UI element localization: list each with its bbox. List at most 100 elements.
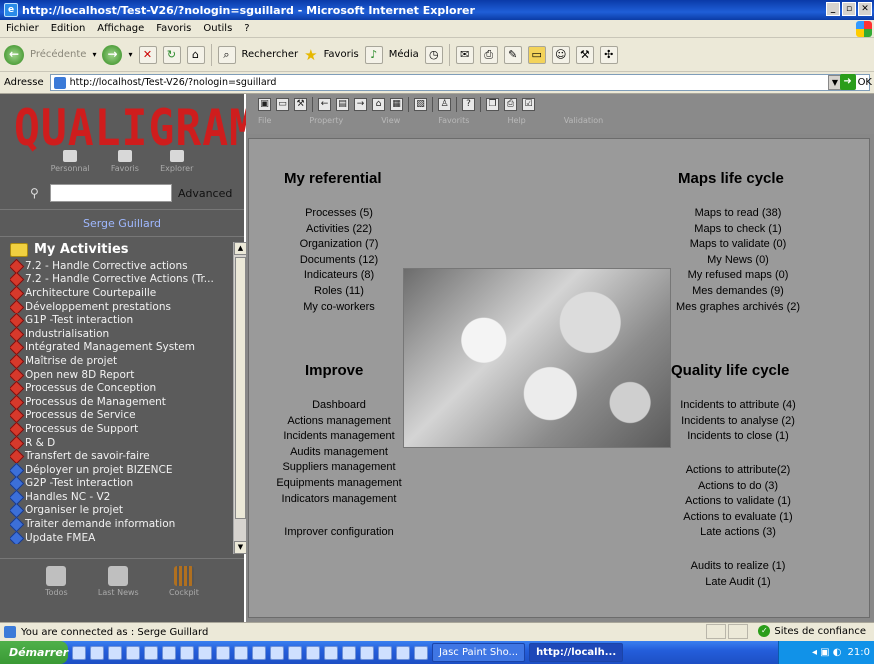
menu-item-affichage[interactable]: Affichage [97, 23, 144, 34]
quality-incident-link[interactable]: Incidents to attribute (4) [664, 398, 812, 414]
maps-link[interactable]: My News (0) [664, 253, 812, 269]
referential-link[interactable]: My co-workers [280, 300, 398, 316]
menu-file[interactable]: File [258, 116, 271, 125]
quicklaunch-icon[interactable] [216, 645, 230, 660]
referential-link[interactable]: Organization (7) [280, 237, 398, 253]
quality-action-link[interactable]: Actions to validate (1) [664, 494, 812, 510]
activity-item[interactable]: Industrialisation [10, 327, 247, 341]
maps-link[interactable]: Maps to validate (0) [664, 237, 812, 253]
quality-incident-link[interactable]: Incidents to close (1) [664, 429, 812, 445]
referential-link[interactable]: Processes (5) [280, 206, 398, 222]
quality-audit-link[interactable]: Audits to realize (1) [664, 559, 812, 575]
quality-audit-link[interactable]: Late Audit (1) [664, 575, 812, 591]
referential-link[interactable]: Documents (12) [280, 253, 398, 269]
favorites-icon[interactable]: ▧ [414, 98, 427, 111]
quicklaunch-icon[interactable] [126, 645, 140, 660]
activity-item[interactable]: Traiter demande information [10, 517, 247, 531]
search-input[interactable] [50, 184, 172, 202]
quicklaunch-icon[interactable] [306, 645, 320, 660]
menu-help[interactable]: Help [507, 116, 525, 125]
folder-icon[interactable]: ▭ [527, 45, 546, 64]
user-icon[interactable]: ♙ [438, 98, 451, 111]
activity-item[interactable]: Maîtrise de projet [10, 354, 247, 368]
maps-link[interactable]: My refused maps (0) [664, 268, 812, 284]
quicklaunch-icon[interactable] [396, 645, 410, 660]
minimize-button[interactable]: _ [826, 2, 840, 16]
help-icon[interactable]: ? [462, 98, 475, 111]
quicklaunch-icon[interactable] [234, 645, 248, 660]
go-button[interactable]: ➜ OK [839, 74, 872, 90]
nav-explorer[interactable]: Explorer [160, 150, 193, 182]
maps-link[interactable]: Maps to check (1) [664, 222, 812, 238]
maps-link[interactable]: Maps to read (38) [664, 206, 812, 222]
quicklaunch-icon[interactable] [144, 645, 158, 660]
home-icon[interactable]: ⌂ [186, 45, 205, 64]
referential-link[interactable]: Roles (11) [280, 284, 398, 300]
properties-icon[interactable]: ▤ [336, 98, 349, 111]
tools-icon[interactable]: ⚒ [294, 98, 307, 111]
forward-dropdown-icon[interactable]: ▾ [128, 50, 132, 59]
quicklaunch-icon[interactable] [180, 645, 194, 660]
improve-link[interactable]: Audits management [270, 445, 408, 461]
activity-item[interactable]: Open new 8D Report [10, 368, 247, 382]
favorites-button-label[interactable]: Favoris [324, 49, 359, 60]
quicklaunch-icon[interactable] [414, 645, 428, 660]
quicklaunch-icon[interactable] [162, 645, 176, 660]
forward-arrow-icon[interactable]: → [354, 98, 367, 111]
quicklaunch-icon[interactable] [270, 645, 284, 660]
quality-action-link[interactable]: Late actions (3) [664, 525, 812, 541]
menu-item-edition[interactable]: Edition [51, 23, 86, 34]
nav-last-news[interactable]: Last News [98, 562, 139, 620]
menu-item-help[interactable]: ? [244, 23, 249, 34]
nav-cockpit[interactable]: Cockpit [169, 562, 199, 620]
stop-icon[interactable]: ✕ [138, 45, 157, 64]
nav-favoris[interactable]: Favoris [111, 150, 139, 182]
menu-property[interactable]: Property [309, 116, 343, 125]
maps-link[interactable]: Mes demandes (9) [664, 284, 812, 300]
activity-item[interactable]: Handles NC - V2 [10, 490, 247, 504]
back-dropdown-icon[interactable]: ▾ [92, 50, 96, 59]
print-icon[interactable]: ⎙ [504, 98, 517, 111]
quicklaunch-icon[interactable] [342, 645, 356, 660]
back-button-label[interactable]: Précédente [30, 49, 86, 60]
improve-link[interactable]: Equipments management [270, 476, 408, 492]
tools-icon[interactable]: ⚒ [575, 45, 594, 64]
edit-icon[interactable]: ✎ [503, 45, 522, 64]
activity-item[interactable]: Processus de Conception [10, 381, 247, 395]
back-icon[interactable]: ← [4, 44, 24, 65]
improve-link[interactable]: Indicators management [270, 492, 408, 508]
task-paint-shop[interactable]: Jasc Paint Sho... [432, 643, 526, 662]
plugin-icon[interactable]: ✣ [599, 45, 618, 64]
media-button-label[interactable]: Média [389, 49, 419, 60]
activity-item[interactable]: Processus de Service [10, 409, 247, 423]
activity-item[interactable]: 7.2 - Handle Corrective actions [10, 259, 247, 273]
menu-favorits[interactable]: Favorits [438, 116, 469, 125]
improver-configuration-link[interactable]: Improver configuration [270, 525, 408, 541]
forward-icon[interactable]: → [102, 44, 123, 65]
activity-item[interactable]: G1P -Test interaction [10, 313, 247, 327]
improve-link[interactable]: Actions management [270, 414, 408, 430]
window-titlebar[interactable]: e http://localhost/Test-V26/?nologin=sgu… [0, 0, 874, 20]
menu-item-outils[interactable]: Outils [203, 23, 232, 34]
activity-item[interactable]: Processus de Support [10, 422, 247, 436]
refresh-icon[interactable]: ↻ [162, 45, 181, 64]
improve-link[interactable]: Dashboard [270, 398, 408, 414]
print-icon[interactable]: ⎙ [479, 45, 498, 64]
quicklaunch-icon[interactable] [198, 645, 212, 660]
magnifier-icon[interactable]: ⚲ [30, 186, 44, 200]
quicklaunch-icon[interactable] [324, 645, 338, 660]
search-button-label[interactable]: Rechercher [242, 49, 299, 60]
tray-icons[interactable]: ◂ ▣ ◐ [812, 647, 842, 658]
messenger-icon[interactable]: ☺ [551, 45, 570, 64]
activity-item[interactable]: Développement prestations [10, 300, 247, 314]
nav-personnal[interactable]: Personnal [51, 150, 90, 182]
activities-scrollbar[interactable]: ▲ ▼ [233, 242, 247, 554]
task-internet-explorer[interactable]: http://localh... [529, 643, 624, 662]
menu-view[interactable]: View [381, 116, 400, 125]
home-icon[interactable]: ⌂ [372, 98, 385, 111]
scroll-thumb[interactable] [235, 257, 246, 519]
activities-header[interactable]: My Activities [10, 242, 247, 257]
open-icon[interactable]: ▭ [276, 98, 289, 111]
user-name[interactable]: Serge Guillard [0, 217, 244, 230]
quicklaunch-icon[interactable] [90, 645, 104, 660]
